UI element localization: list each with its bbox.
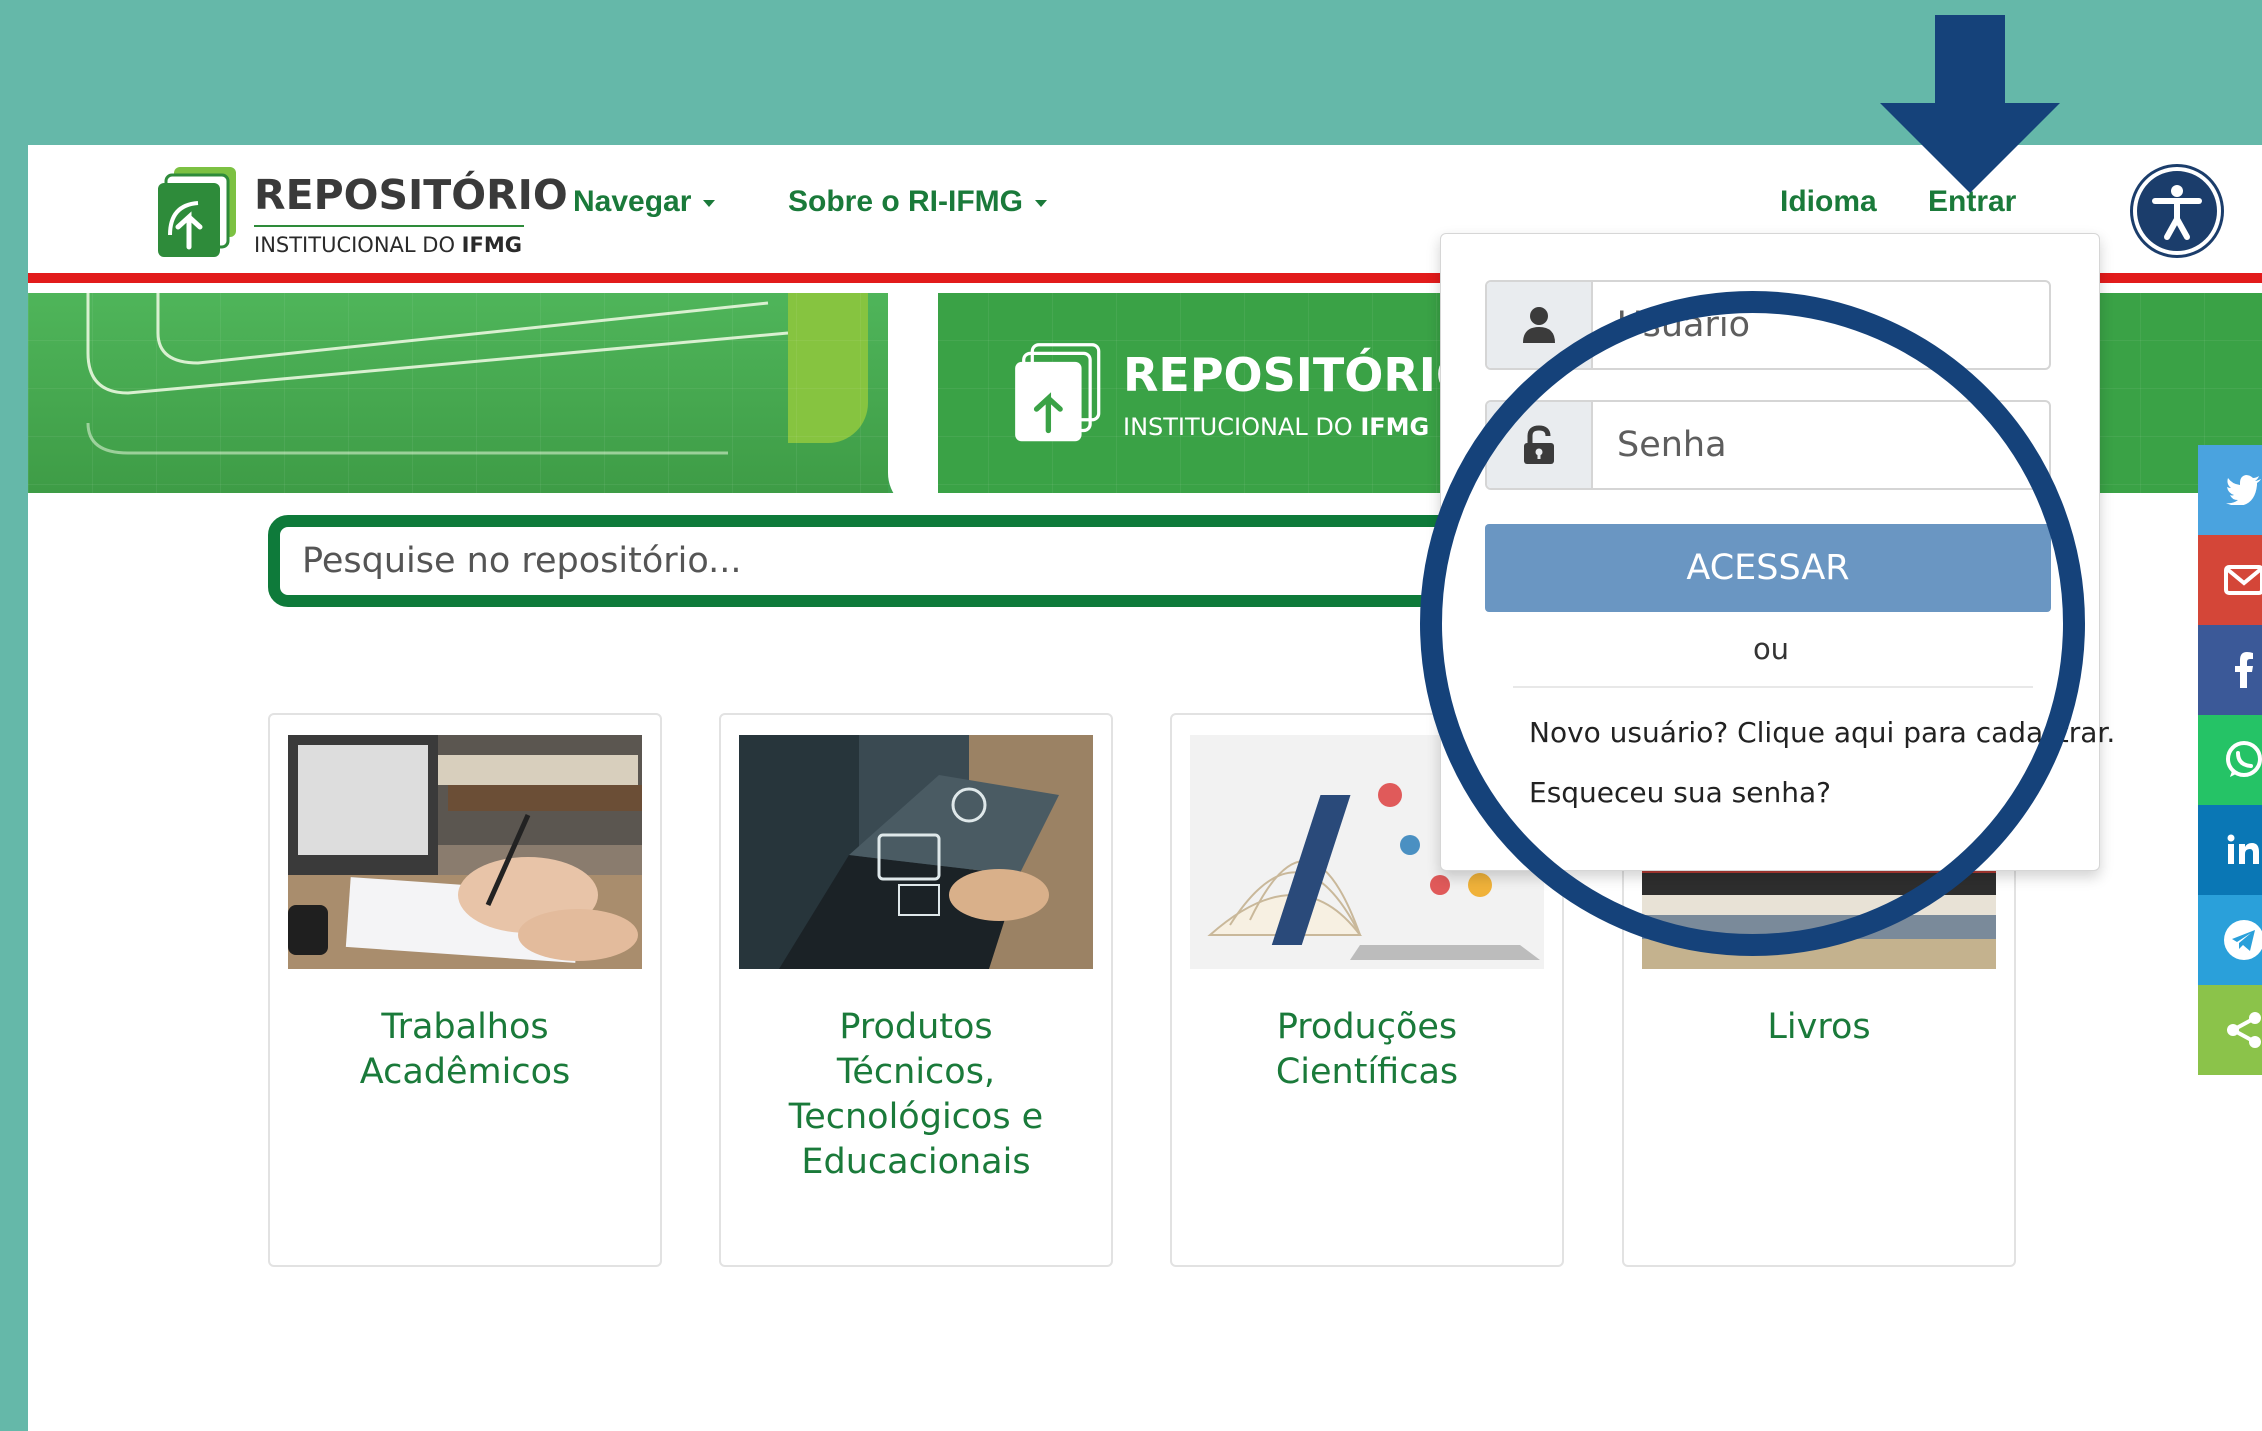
share-telegram-button[interactable]	[2198, 895, 2262, 985]
card-title-line: Tecnológicos e	[788, 1097, 1044, 1137]
card-title-line: Educacionais	[801, 1142, 1031, 1182]
logo-title: REPOSITÓRIO	[254, 171, 568, 219]
dropdown-divider	[1513, 686, 2033, 688]
card-title-line: Técnicos,	[836, 1052, 996, 1092]
banner-logo-icon	[1015, 343, 1101, 442]
telegram-icon	[2224, 920, 2262, 960]
banner-title: REPOSITÓRIO	[1123, 348, 1476, 402]
share-icon	[2227, 1012, 2261, 1048]
facebook-icon	[2235, 652, 2253, 688]
accessibility-icon	[2152, 185, 2202, 240]
username-input[interactable]	[1617, 296, 2037, 354]
nav-browse-menu[interactable]: Navegar	[573, 185, 716, 219]
nav-login-label: Entrar	[1928, 185, 2017, 218]
card-title-line: Trabalhos	[381, 1007, 549, 1047]
user-icon	[1523, 307, 1555, 343]
nav-browse-label: Navegar	[573, 185, 692, 218]
login-submit-button[interactable]: ACESSAR	[1485, 524, 2051, 612]
login-dropdown: ACESSAR ou Novo usuário? Clique aqui par…	[1440, 233, 2115, 871]
card-title: Produtos Técnicos, Tecnológicos e Educac…	[721, 1005, 1111, 1185]
accessibility-button[interactable]	[2133, 167, 2221, 255]
password-field	[1485, 400, 2051, 490]
share-twitter-button[interactable]	[2198, 445, 2262, 535]
username-field	[1485, 280, 2051, 370]
nav-about-menu[interactable]: Sobre o RI-IFMG	[788, 185, 1047, 219]
lock-icon-addon	[1487, 402, 1593, 488]
card-title-line: Livros	[1767, 1007, 1871, 1047]
nav-language-menu[interactable]: Idioma	[1780, 185, 1877, 219]
banner-subtitle: INSTITUCIONAL DO IFMG	[1123, 413, 1429, 441]
share-whatsapp-button[interactable]	[2198, 715, 2262, 805]
or-separator-text: ou	[1752, 632, 1790, 666]
collection-card-technical-products[interactable]: Produtos Técnicos, Tecnológicos e Educac…	[719, 713, 1113, 1267]
logo-subtitle: INSTITUCIONAL DO IFMG	[254, 233, 522, 257]
site-logo[interactable]: REPOSITÓRIO INSTITUCIONAL DO IFMG	[156, 165, 568, 265]
share-email-button[interactable]	[2198, 535, 2262, 625]
repository-logo-icon	[158, 167, 236, 257]
logo-subtitle-bold: IFMG	[461, 233, 522, 257]
twitter-icon	[2226, 475, 2261, 505]
whatsapp-icon	[2226, 741, 2262, 777]
linkedin-icon	[2227, 834, 2259, 864]
share-more-button[interactable]	[2198, 985, 2262, 1075]
card-title-line: Produções	[1276, 1007, 1458, 1047]
card-title-line: Científicas	[1275, 1052, 1459, 1092]
browser-page: REPOSITÓRIO INSTITUCIONAL DO IFMG Navega…	[28, 145, 2262, 1431]
password-input[interactable]	[1617, 416, 2037, 474]
nav-about-label: Sobre o RI-IFMG	[788, 185, 1023, 218]
banner-subtitle-prefix: INSTITUCIONAL DO	[1123, 413, 1361, 441]
card-title-line: Produtos	[839, 1007, 993, 1047]
card-title: Produções Científicas	[1172, 1005, 1562, 1095]
banner-subtitle-bold: IFMG	[1360, 413, 1430, 441]
card-title-line: Acadêmicos	[359, 1052, 571, 1092]
chevron-down-icon	[1035, 199, 1047, 207]
card-title: Livros	[1624, 1005, 2014, 1050]
share-linkedin-button[interactable]	[2198, 805, 2262, 895]
unlock-icon	[1524, 425, 1554, 464]
share-facebook-button[interactable]	[2198, 625, 2262, 715]
card-title: Trabalhos Acadêmicos	[270, 1005, 660, 1095]
search-input[interactable]	[302, 533, 1402, 589]
nav-login-link[interactable]: Entrar	[1928, 185, 2016, 219]
chevron-down-icon	[703, 199, 716, 207]
email-icon	[2224, 565, 2262, 595]
logo-subtitle-prefix: INSTITUCIONAL DO	[254, 233, 462, 257]
collection-card-academic-works[interactable]: Trabalhos Acadêmicos	[268, 713, 662, 1267]
forgot-password-link[interactable]: Esqueceu sua senha?	[1529, 776, 1831, 809]
user-icon-addon	[1487, 282, 1593, 368]
register-link[interactable]: Novo usuário? Clique aqui para cadastrar…	[1529, 716, 2115, 749]
card-image-academic-works	[288, 735, 642, 969]
card-image-technical-products	[739, 735, 1093, 969]
nav-language-label: Idioma	[1780, 185, 1877, 218]
search-box	[268, 515, 1528, 607]
logo-rule	[254, 225, 524, 227]
